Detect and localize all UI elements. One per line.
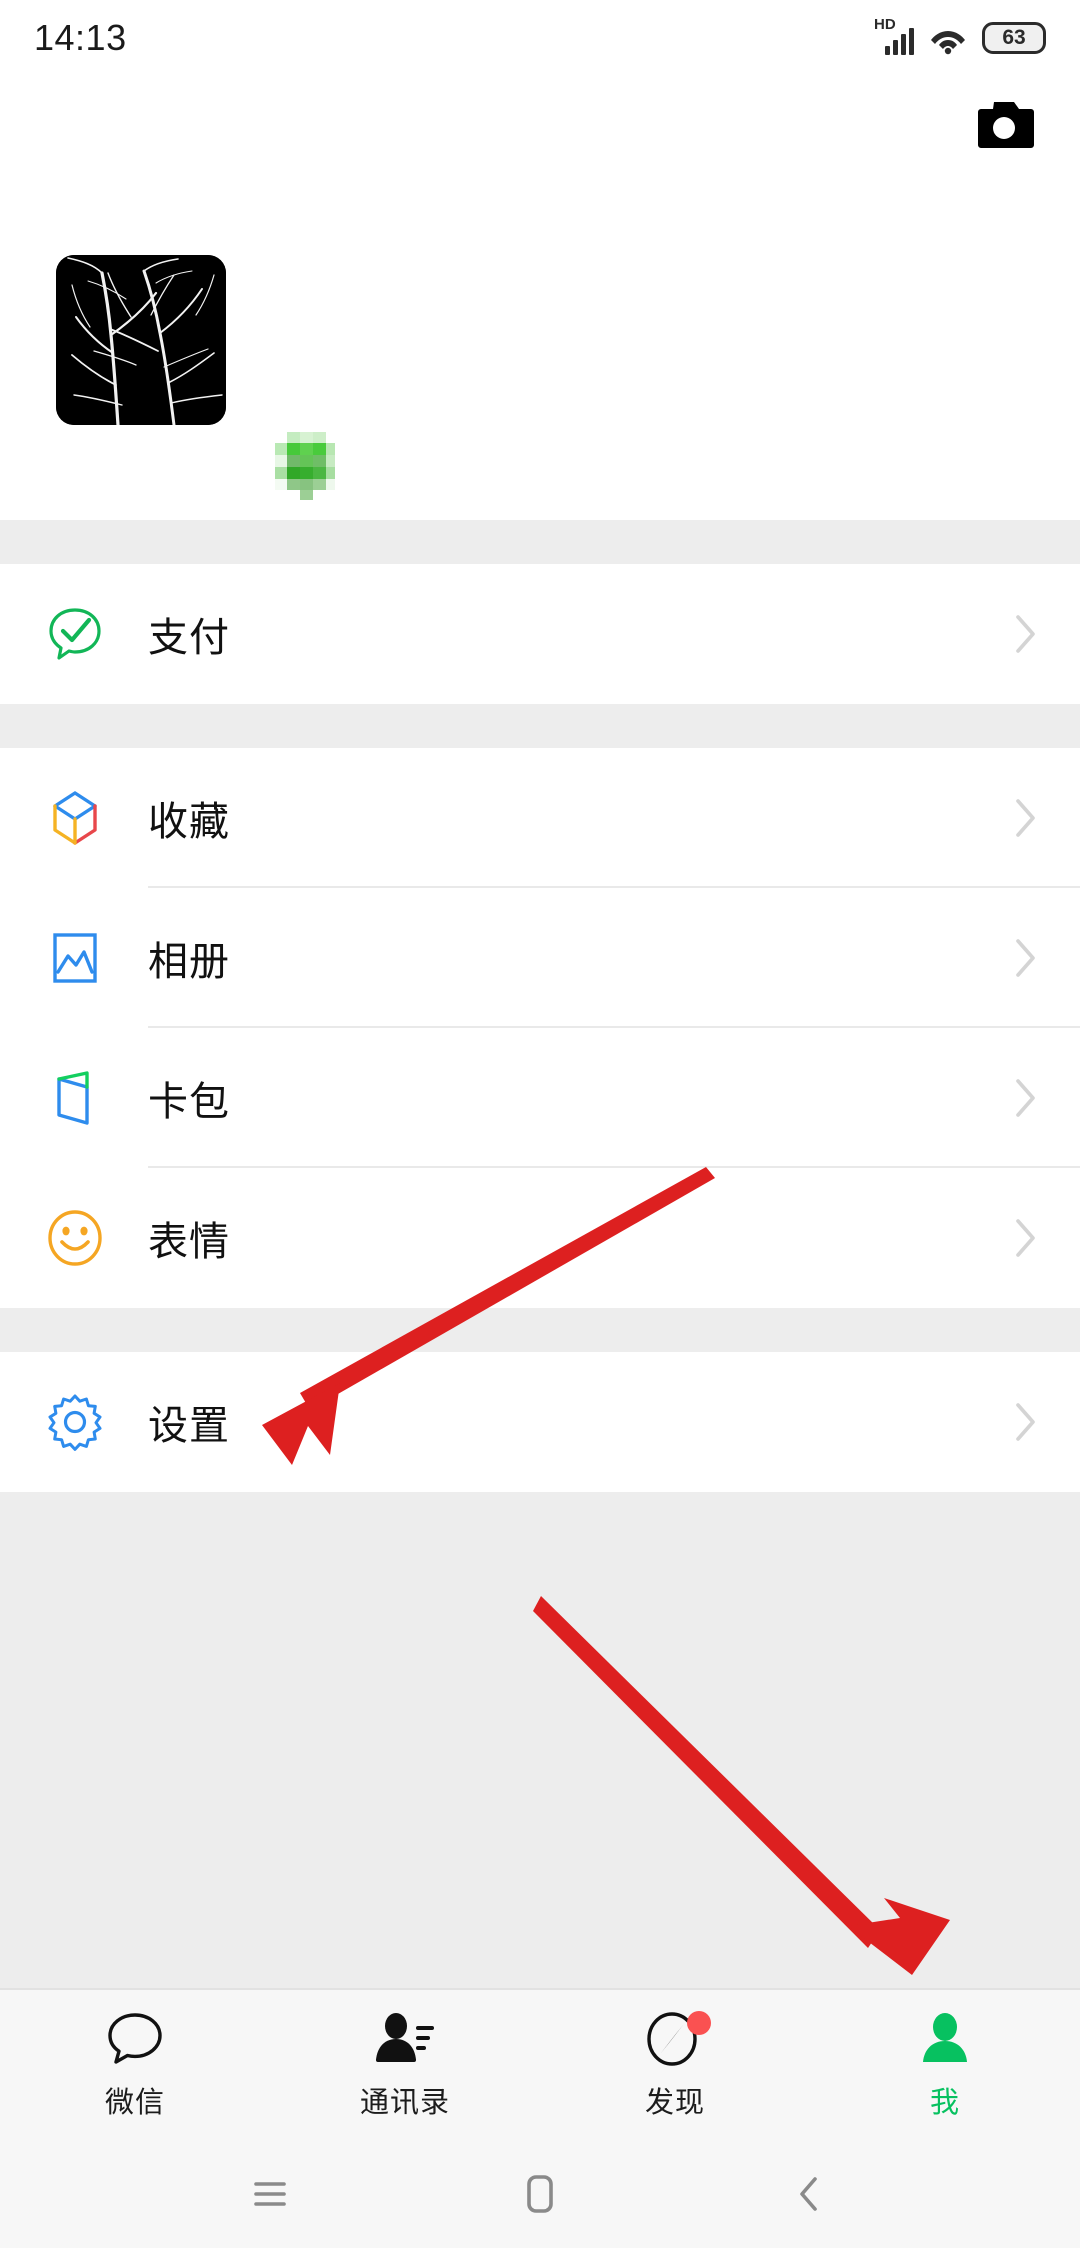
arrow-to-me-tab [533,1596,950,1975]
hd-signal-icon: HD [874,17,914,55]
favorites-cube-icon [44,787,106,849]
menu-item-favorites[interactable]: 收藏 [0,748,1080,888]
tab-label: 发现 [644,2087,705,2119]
menu-item-label: 设置 [148,1404,230,1448]
chevron-right-icon [1016,615,1035,653]
menu-item-album[interactable]: 相册 [0,888,1080,1028]
back-button[interactable] [715,2140,905,2248]
section-settings: 设置 [0,1352,1080,1492]
profile-card[interactable] [0,180,1080,601]
camera-icon[interactable] [972,96,1036,152]
section-payments: 支付 [0,564,1080,704]
back-chevron-icon [800,2177,817,2211]
menu-item-label: 表情 [148,1220,230,1264]
recents-menu-button[interactable] [175,2140,365,2248]
section-gap-3 [0,1308,1080,1352]
menu-item-label: 卡包 [148,1080,230,1124]
contacts-icon [374,2009,436,2069]
status-time: 14:13 [34,17,127,58]
hd-label: HD [874,16,896,33]
status-bar: 14:13 HD 63 [0,0,1080,76]
tab-label: 微信 [104,2087,165,2119]
battery-level: 63 [1002,26,1026,49]
section-gap [0,520,1080,564]
menu-item-settings[interactable]: 设置 [0,1352,1080,1492]
chevron-right-icon [1016,1403,1035,1441]
section-gap-2 [0,704,1080,748]
tab-label: 我 [929,2087,960,2119]
home-square-icon [527,2175,553,2213]
menu-item-label: 支付 [148,616,230,660]
avatar[interactable] [56,255,226,425]
nickname-redacted [275,432,335,500]
chevron-right-icon [1016,799,1035,837]
chevron-right-icon [1016,1079,1035,1117]
status-icons: HD 63 [874,17,1046,55]
tab-contacts[interactable]: 通讯录 [270,1990,540,2140]
tab-me[interactable]: 我 [810,1990,1080,2140]
menu-item-label: 收藏 [148,800,230,844]
section-content: 收藏 相册 卡包 表情 [0,748,1080,1308]
tab-wechat[interactable]: 微信 [0,1990,270,2140]
wechat-me-screen: 14:13 HD 63 支付 收藏 相册 卡包 表情 设置 微信 通讯录 发现 … [0,0,1080,2248]
discover-badge-dot [687,2011,711,2035]
header-bar [0,76,1080,180]
avatar-image [56,255,226,425]
menu-item-pay[interactable]: 支付 [0,564,1080,704]
chevron-right-icon [1016,939,1035,977]
settings-gear-icon [44,1391,106,1453]
battery-icon: 63 [982,22,1046,54]
chevron-right-icon [1016,1219,1035,1257]
album-photo-icon [44,927,106,989]
menu-item-label: 相册 [148,940,230,984]
tab-label: 通讯录 [359,2087,450,2119]
wifi-icon [931,31,965,55]
pay-icon [44,603,106,665]
discover-compass-icon [645,2009,711,2069]
me-person-icon [916,2009,974,2069]
menu-item-stickers[interactable]: 表情 [0,1168,1080,1308]
sticker-smiley-icon [44,1207,106,1269]
cards-wallet-icon [44,1067,106,1129]
home-button[interactable] [445,2140,635,2248]
recents-menu-icon [254,2182,286,2206]
chat-bubble-icon [105,2009,165,2069]
system-navigation-bar [0,2140,1080,2248]
tab-discover[interactable]: 发现 [540,1990,810,2140]
bottom-tab-bar: 微信 通讯录 发现 我 [0,1988,1080,2140]
menu-item-cards[interactable]: 卡包 [0,1028,1080,1168]
